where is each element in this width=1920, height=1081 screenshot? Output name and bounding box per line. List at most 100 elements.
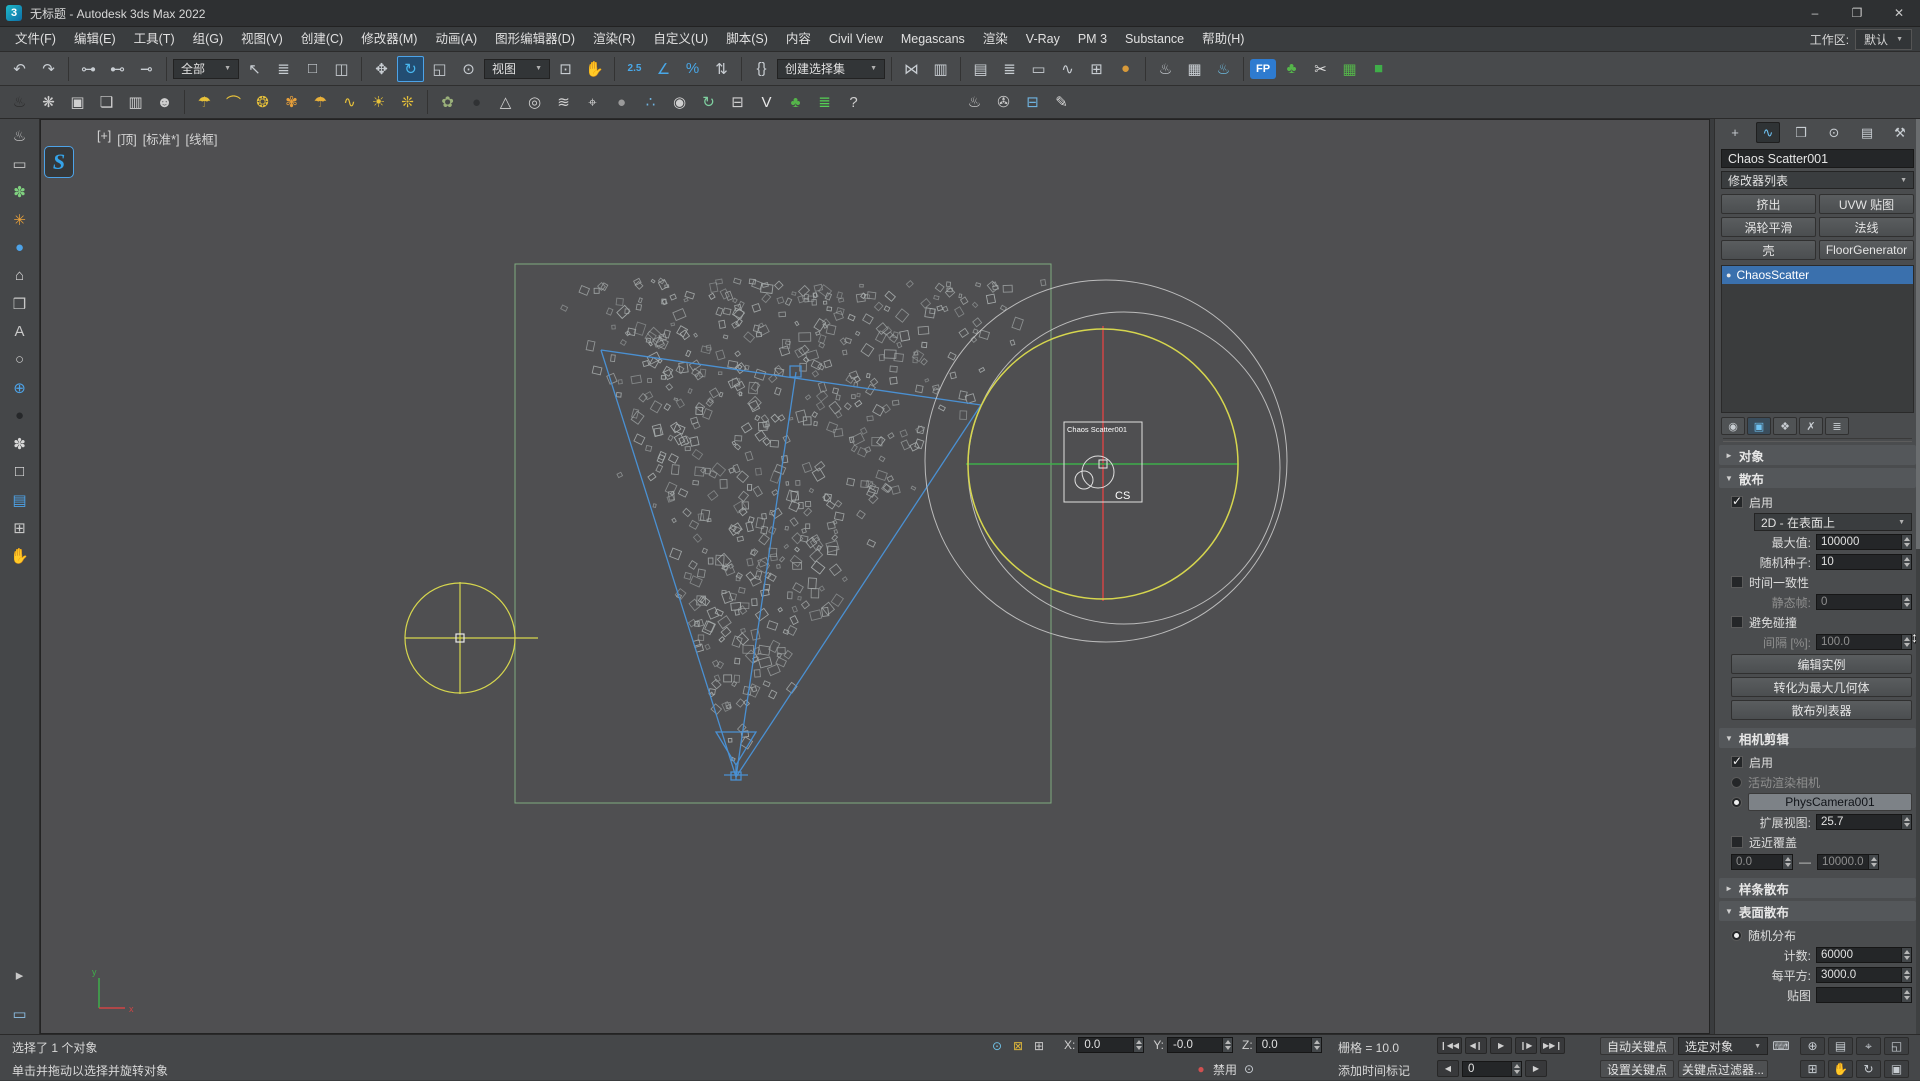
absolute-mode-icon[interactable]: ⊞ xyxy=(1030,1037,1048,1055)
random-distribution-radio[interactable] xyxy=(1731,930,1742,941)
scatter-mode-dropdown[interactable]: 2D - 在表面上 ▼ xyxy=(1754,513,1912,531)
near-far-override-checkbox[interactable] xyxy=(1731,836,1743,848)
record-dot-icon[interactable]: ● xyxy=(1192,1060,1210,1078)
pattern-ball-icon[interactable]: ❂ xyxy=(249,89,276,115)
zoom-extents-icon[interactable]: ⌖ xyxy=(1856,1037,1881,1055)
menu-item-14[interactable]: Civil View xyxy=(820,27,892,51)
target-icon[interactable]: ⌖ xyxy=(579,89,606,115)
material-editor-icon[interactable]: ● xyxy=(1112,56,1139,82)
camera-enable-checkbox[interactable] xyxy=(1731,756,1743,768)
tab-hierarchy-icon[interactable]: ❒ xyxy=(1789,122,1813,143)
menu-item-16[interactable]: 渲染 xyxy=(974,27,1017,51)
modifier-stack[interactable]: ● ChaosScatter xyxy=(1721,265,1914,413)
spray-cone-wire[interactable] xyxy=(601,350,981,780)
menu-item-1[interactable]: 文件(F) xyxy=(6,27,65,51)
menu-item-12[interactable]: 脚本(S) xyxy=(717,27,777,51)
degradation-label[interactable]: 禁用 xyxy=(1213,1061,1237,1078)
undo-icon[interactable]: ↶ xyxy=(6,56,33,82)
current-frame-field[interactable]: 0 xyxy=(1462,1061,1522,1077)
avoid-collisions-checkbox[interactable] xyxy=(1731,616,1743,628)
forest-pack-button[interactable]: FP xyxy=(1250,59,1276,79)
keyboard-override-icon[interactable]: ⌨ xyxy=(1772,1037,1790,1055)
extend-view-field[interactable]: 25.7 xyxy=(1816,814,1912,830)
menu-item-20[interactable]: 帮助(H) xyxy=(1193,27,1253,51)
modifier-stack-item[interactable]: ● ChaosScatter xyxy=(1722,266,1913,284)
scene-explorer-icon[interactable]: ▤ xyxy=(967,56,994,82)
z-coordinate-field[interactable]: 0.0 xyxy=(1256,1037,1322,1053)
spinner-arrows-icon[interactable] xyxy=(1901,948,1911,962)
tab-display-icon[interactable]: ▤ xyxy=(1855,122,1879,143)
paint-icon[interactable]: ✎ xyxy=(1048,89,1075,115)
modifier-list-dropdown[interactable]: 修改器列表 ▼ xyxy=(1721,171,1914,189)
spinner-arrows-icon[interactable] xyxy=(1901,968,1911,982)
viewport-menu-general[interactable]: [+] xyxy=(97,129,111,148)
spinner-arrows-icon[interactable] xyxy=(1311,1038,1321,1052)
y-coordinate-field[interactable]: -0.0 xyxy=(1167,1037,1233,1053)
layer-explorer-icon[interactable]: ≣ xyxy=(996,56,1023,82)
tab-utilities-icon[interactable]: ⚒ xyxy=(1888,122,1912,143)
rollout-camera-clipping-header[interactable]: ▼ 相机剪辑 xyxy=(1719,728,1916,748)
dark-teapot-icon[interactable]: ♨ xyxy=(6,89,33,115)
pan-icon[interactable]: ✋ xyxy=(1828,1060,1853,1078)
tab-modify-icon[interactable]: ∿ xyxy=(1756,122,1780,143)
next-frame-icon[interactable]: ❙▶ xyxy=(1515,1037,1537,1054)
tape-icon[interactable]: ✇ xyxy=(990,89,1017,115)
target-toggle-icon[interactable]: ⊙ xyxy=(1240,1060,1258,1078)
wind-icon[interactable]: ≋ xyxy=(550,89,577,115)
workspace-dropdown[interactable]: 默认 ▼ xyxy=(1855,29,1912,50)
green-swatch-icon[interactable]: ■ xyxy=(1365,56,1392,82)
spinner-arrows-icon[interactable] xyxy=(1901,988,1911,1002)
named-sets-dropdown[interactable]: 创建选择集▼ xyxy=(777,59,885,79)
spinner-arrows-icon[interactable] xyxy=(1901,635,1911,649)
isolate-selection-icon[interactable]: ⊙ xyxy=(988,1037,1006,1055)
pick-camera-radio[interactable] xyxy=(1731,797,1742,808)
selection-filter-dropdown[interactable]: 全部▼ xyxy=(173,59,239,79)
leaf-icon[interactable]: ✿ xyxy=(434,89,461,115)
clapper-icon[interactable]: ▥ xyxy=(122,89,149,115)
count-field[interactable]: 60000 xyxy=(1816,947,1912,963)
key-filters-button[interactable]: 关键点过滤器... xyxy=(1678,1060,1768,1078)
near-clip-field[interactable]: 0.0 xyxy=(1731,854,1793,870)
ribbon-toggle-icon[interactable]: ▭ xyxy=(1025,56,1052,82)
configure-modifier-sets-icon[interactable]: ≣ xyxy=(1825,417,1849,435)
panel-scrollbar[interactable] xyxy=(1916,119,1920,1034)
set-key-button[interactable]: 设置关键点 xyxy=(1600,1060,1674,1078)
green-list-icon[interactable]: ≣ xyxy=(811,89,838,115)
teapot-icon[interactable]: ♨ xyxy=(6,123,34,148)
select-and-place-icon[interactable]: ⊙ xyxy=(455,56,482,82)
spinner-arrows-icon[interactable] xyxy=(1901,535,1911,549)
lamp-icon[interactable]: ✽ xyxy=(6,431,34,456)
dark-sphere-icon[interactable]: ● xyxy=(463,89,490,115)
menu-item-18[interactable]: PM 3 xyxy=(1069,27,1116,51)
select-and-manipulate-icon[interactable]: ✋ xyxy=(581,56,608,82)
rollout-scatter-header[interactable]: ▼ 散布 xyxy=(1719,468,1916,488)
percent-snap-icon[interactable]: % xyxy=(679,56,706,82)
people-icon[interactable]: ☻ xyxy=(151,89,178,115)
letter-a-icon[interactable]: A xyxy=(6,319,34,344)
reference-coordinate-dropdown[interactable]: 视图▼ xyxy=(484,59,550,79)
modifier-preset-button-5[interactable]: 壳 xyxy=(1721,240,1816,260)
previous-key-icon[interactable]: ◀ xyxy=(1437,1060,1459,1077)
viewport-menu-style[interactable]: [标准*] xyxy=(143,129,180,148)
select-object-icon[interactable]: ↖ xyxy=(241,56,268,82)
selection-lock-icon[interactable]: ⊠ xyxy=(1009,1037,1027,1055)
white-square-icon[interactable]: □ xyxy=(6,459,34,484)
boxes-icon[interactable]: ❒ xyxy=(6,291,34,316)
map-field[interactable] xyxy=(1816,987,1912,1003)
show-end-result-icon[interactable]: ▣ xyxy=(1747,417,1771,435)
circle-helper[interactable] xyxy=(405,582,538,694)
menu-item-10[interactable]: 渲染(R) xyxy=(584,27,644,51)
viewport-menu-shading[interactable]: [线框] xyxy=(186,129,218,148)
swirl-icon[interactable]: ↻ xyxy=(695,89,722,115)
curve-editor-icon[interactable]: ∿ xyxy=(1054,56,1081,82)
rollout-spline-scatter-header[interactable]: ► 样条散布 xyxy=(1719,878,1916,898)
active-camera-radio[interactable] xyxy=(1731,777,1742,788)
viewport-menu-pov[interactable]: [顶] xyxy=(117,129,136,148)
maximize-button[interactable]: ❐ xyxy=(1836,0,1878,27)
water-drop-icon[interactable]: ● xyxy=(6,235,34,260)
panel-divider[interactable] xyxy=(1723,438,1912,442)
menu-item-17[interactable]: V-Ray xyxy=(1017,27,1069,51)
window-crossing-icon[interactable]: ◫ xyxy=(328,56,355,82)
scrollbar-thumb[interactable] xyxy=(1916,119,1920,549)
monitor-icon[interactable]: ⊟ xyxy=(724,89,751,115)
